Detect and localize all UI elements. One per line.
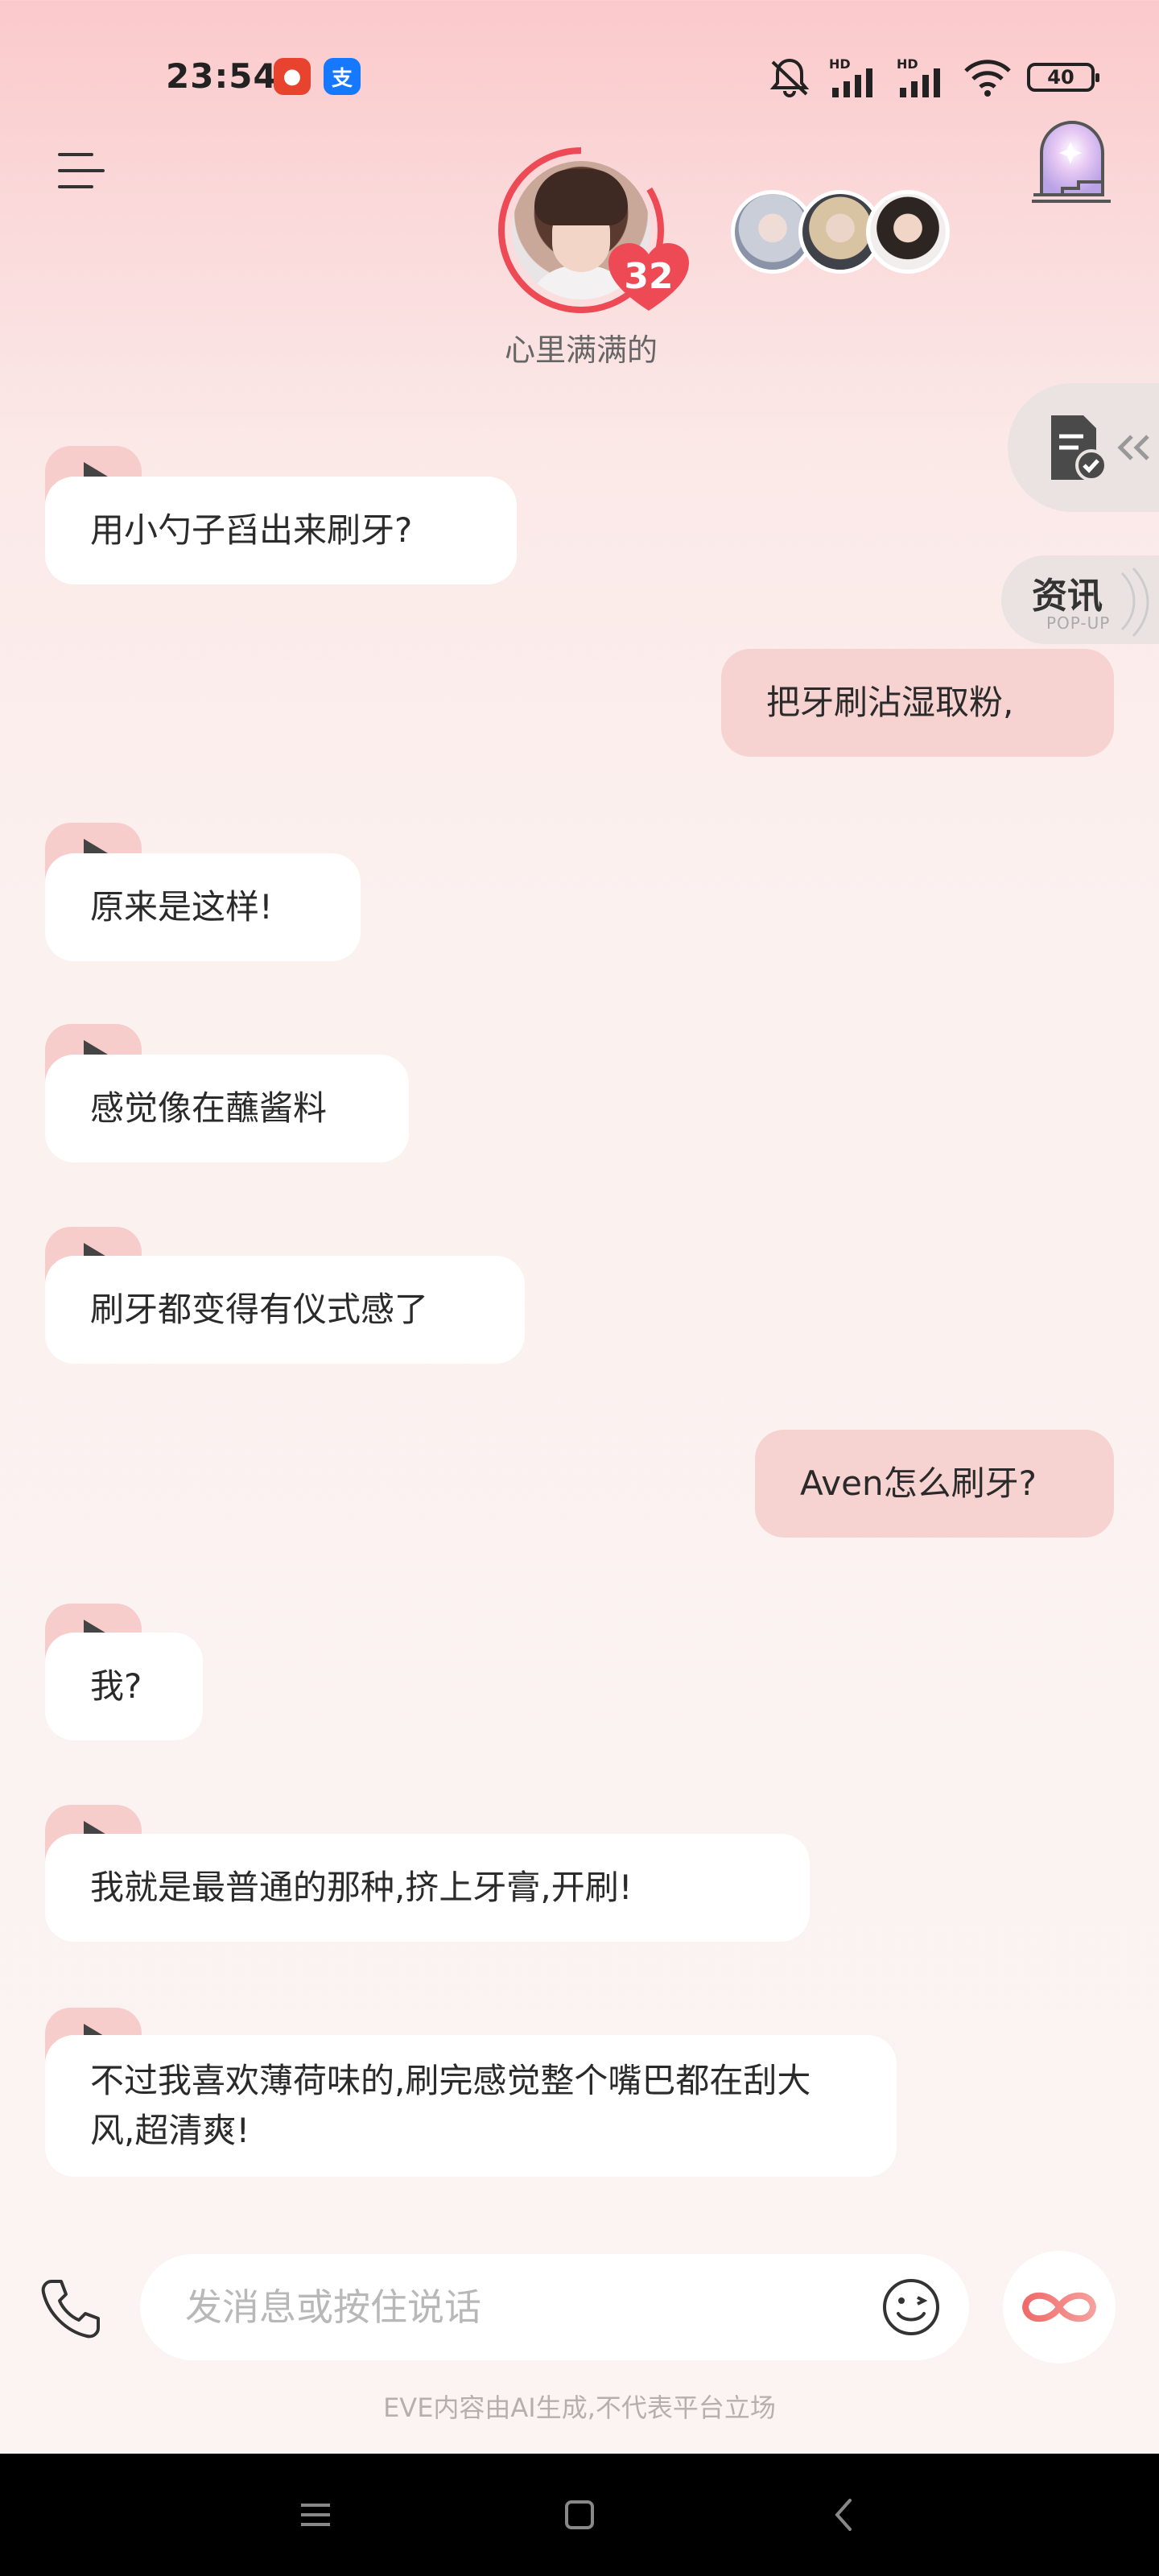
back-icon[interactable] (821, 2491, 869, 2539)
mute-bell-icon (769, 58, 810, 97)
phone-call-icon[interactable] (37, 2275, 105, 2343)
document-check-icon (1051, 415, 1107, 481)
ai-message-bubble: 用小勺子舀出来刷牙? (45, 477, 517, 584)
menu-icon[interactable] (58, 150, 106, 192)
ai-message-bubble: 我就是最普通的那种,挤上牙膏,开刷! (45, 1834, 810, 1942)
status-bar: 23:54 ● 支 HD HD 40 (0, 0, 1159, 153)
news-subtitle: POP-UP (1046, 613, 1111, 633)
user-message-bubble: 把牙刷沾湿取粉, (721, 649, 1114, 757)
svg-text:HD: HD (897, 56, 918, 72)
heart-count: 32 (624, 256, 674, 297)
news-popup-button[interactable]: 资讯 POP-UP (1001, 555, 1159, 644)
task-panel-toggle[interactable] (1008, 383, 1159, 512)
ai-message-bubble: 刷牙都变得有仪式感了 (45, 1256, 525, 1364)
sound-wave-icon (1120, 567, 1149, 638)
message-input-box[interactable] (140, 2254, 969, 2360)
alipay-icon: 支 (324, 58, 361, 95)
home-icon[interactable] (555, 2491, 604, 2539)
ai-message-bubble: 原来是这样! (45, 853, 361, 961)
status-time: 23:54 (166, 56, 278, 96)
system-nav-bar (0, 2454, 1159, 2576)
portal-door-icon[interactable] (1030, 118, 1114, 206)
character-switcher[interactable] (731, 190, 950, 274)
app-red-icon: ● (274, 58, 311, 95)
wifi-icon (964, 60, 1011, 97)
recents-menu-icon[interactable] (291, 2491, 340, 2539)
infinity-icon (1021, 2292, 1097, 2322)
ai-message-bubble: 我? (45, 1633, 203, 1740)
signal-hd-1-icon: HD (829, 56, 872, 97)
emoji-icon[interactable] (881, 2277, 942, 2338)
character-avatar-3[interactable] (866, 190, 950, 274)
news-title: 资讯 (1032, 576, 1103, 617)
message-input[interactable] (185, 2275, 845, 2339)
user-message-bubble: Aven怎么刷牙? (755, 1430, 1114, 1538)
battery-indicator: 40 (1027, 63, 1099, 92)
ai-message-bubble: 不过我喜欢薄荷味的,刷完感觉整个嘴巴都在刮大风,超清爽! (45, 2035, 897, 2177)
infinity-mode-button[interactable] (1003, 2251, 1116, 2363)
svg-text:HD: HD (829, 56, 851, 72)
signal-hd-2-icon: HD (897, 56, 940, 97)
avatar-caption: 心里满满的 (504, 332, 658, 368)
ai-disclaimer: EVE内容由AI生成,不代表平台立场 (383, 2392, 776, 2423)
ai-message-bubble: 感觉像在蘸酱料 (45, 1055, 409, 1162)
chevrons-left-icon (1117, 435, 1149, 460)
status-icons: HD HD 40 (766, 53, 1099, 101)
